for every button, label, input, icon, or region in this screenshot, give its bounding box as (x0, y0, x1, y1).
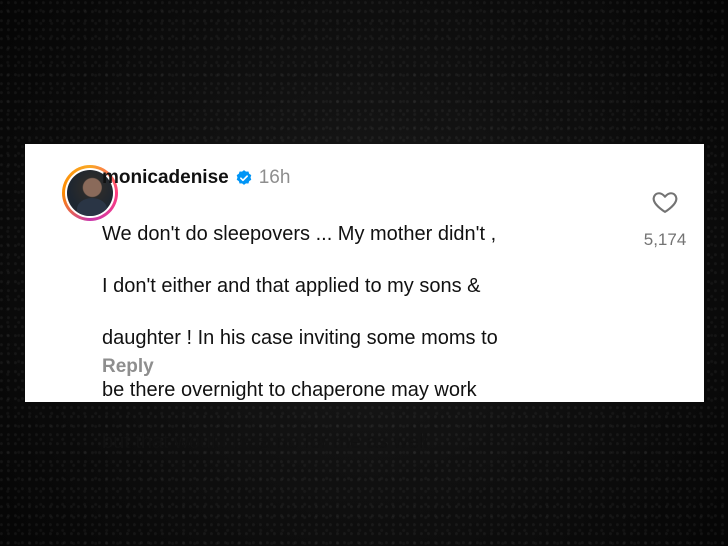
verified-badge-icon (236, 170, 251, 185)
comment-line: but that would be a no for me as well (102, 431, 428, 453)
like-count: 5,174 (643, 230, 687, 249)
like-control: 5,174 (643, 188, 687, 268)
comment-timestamp: 16h (258, 167, 291, 188)
reply-button[interactable]: Reply (102, 356, 154, 378)
comment-line: daughter ! In his case inviting some mom… (102, 327, 498, 349)
comment-body: We don't do sleepovers ... My mother did… (102, 195, 622, 481)
comment-card: monicadenise 16h We don't do sleepovers … (25, 144, 704, 453)
username-link[interactable]: monicadenise (102, 166, 229, 190)
comment-header: monicadenise 16h (102, 166, 290, 190)
comment-line: I don't either and that applied to my so… (102, 275, 481, 297)
heart-outline-icon[interactable] (651, 188, 679, 216)
comment-line: be there overnight to chaperone may work (102, 379, 477, 401)
comment-line: We don't do sleepovers ... My mother did… (102, 223, 497, 245)
